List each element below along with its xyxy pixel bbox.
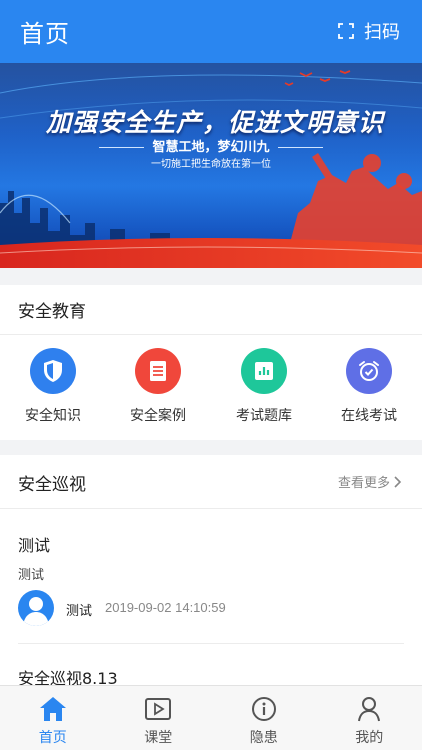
banner-subtitle: 智慧工地，梦幻川九: [0, 136, 422, 155]
safety-patrol-section: 安全巡视 查看更多 测试 测试 测试 2019-09-02 14:10:59 安…: [0, 455, 422, 688]
safety-education-section: 安全教育 安全知识 安全案例 考试题库 在线考试: [0, 285, 422, 440]
exam-bank-button[interactable]: 考试题库: [214, 348, 314, 425]
video-play-icon: [145, 698, 172, 720]
scan-icon: [338, 23, 354, 39]
info-icon: [251, 697, 276, 721]
tab-classroom[interactable]: 课堂: [106, 686, 212, 750]
shield-icon: [30, 348, 76, 394]
exam-bank-label: 考试题库: [236, 408, 292, 424]
safety-knowledge-button[interactable]: 安全知识: [3, 348, 103, 425]
page-title: 首页: [20, 20, 70, 48]
divider: [0, 508, 422, 509]
avatar: [18, 590, 54, 626]
divider: [0, 334, 422, 335]
banner-tagline: 一切施工把生命放在第一位: [151, 159, 271, 170]
patrol-item-title: 测试: [18, 536, 51, 555]
tab-home-label: 首页: [38, 730, 67, 746]
scan-button[interactable]: 扫码: [338, 18, 400, 44]
tab-mine-label: 我的: [355, 730, 384, 746]
patrol-item-author: 测试: [66, 604, 93, 619]
user-avatar-icon: [23, 597, 49, 626]
safety-knowledge-label: 安全知识: [25, 408, 81, 424]
online-exam-label: 在线考试: [341, 408, 397, 424]
view-more-link[interactable]: 查看更多: [338, 472, 402, 491]
tab-classroom-label: 课堂: [144, 730, 173, 746]
patrol-item-desc: 测试: [18, 568, 45, 583]
tab-mine[interactable]: 我的: [317, 686, 422, 750]
section-title-education: 安全教育: [18, 302, 86, 322]
patrol-item-time: 2019-09-02 14:10:59: [105, 600, 226, 615]
safety-cases-button[interactable]: 安全案例: [108, 348, 208, 425]
top-bar: 首页 扫码: [0, 0, 422, 63]
tab-home[interactable]: 首页: [0, 686, 106, 750]
bottom-tab-bar: 首页 课堂 隐患 我的: [0, 685, 422, 750]
tab-hazards[interactable]: 隐患: [211, 686, 317, 750]
online-exam-button[interactable]: 在线考试: [319, 348, 419, 425]
scan-label: 扫码: [364, 22, 400, 43]
view-more-label: 查看更多: [337, 476, 390, 491]
alarm-clock-icon: [346, 348, 392, 394]
chevron-right-icon: [394, 475, 402, 488]
document-icon: [135, 348, 181, 394]
section-title-patrol: 安全巡视: [18, 475, 86, 495]
chart-icon: [241, 348, 287, 394]
safety-cases-label: 安全案例: [130, 408, 186, 424]
banner-image[interactable]: 加强安全生产，促进文明意识 智慧工地，梦幻川九 一切施工把生命放在第一位: [0, 63, 422, 268]
user-icon: [358, 697, 381, 722]
banner-headline: 加强安全生产，促进文明意识: [45, 108, 384, 137]
home-icon: [39, 697, 66, 721]
divider: [18, 643, 404, 644]
tab-hazards-label: 隐患: [249, 730, 278, 746]
